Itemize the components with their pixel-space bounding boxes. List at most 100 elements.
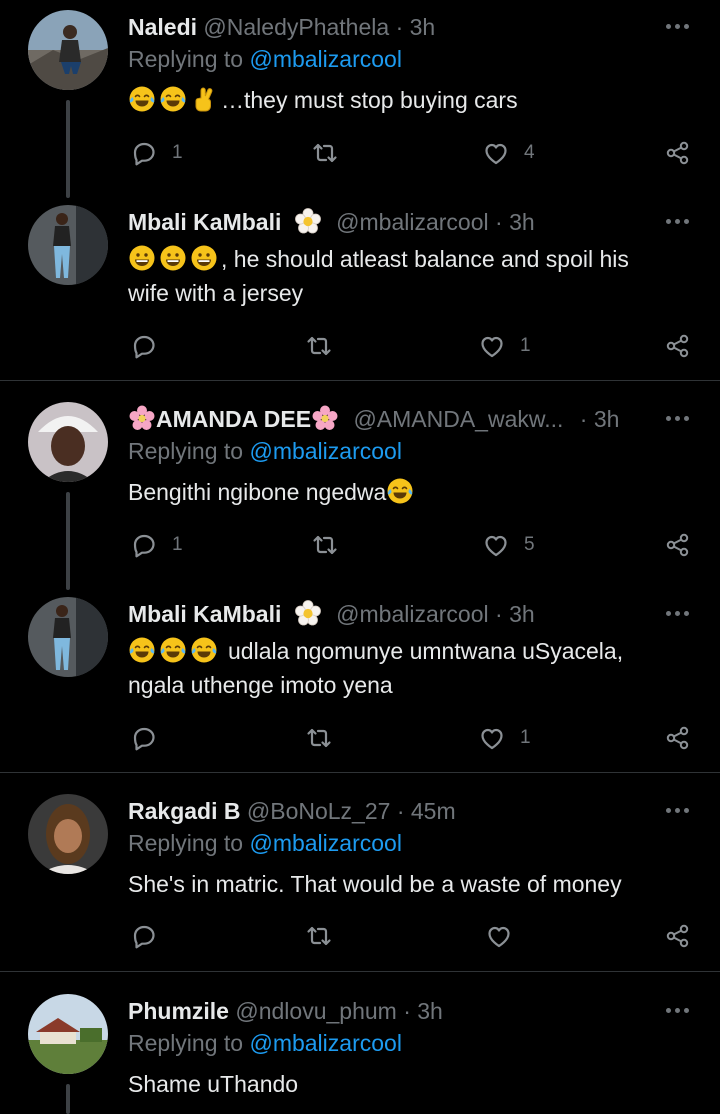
like-button[interactable]: 4 — [482, 138, 535, 168]
timestamp[interactable]: 3h — [410, 14, 436, 40]
display-name[interactable]: Naledi — [128, 14, 197, 40]
avatar[interactable] — [28, 402, 108, 482]
replying-to-label: Replying to — [128, 46, 244, 72]
like-button[interactable] — [485, 921, 513, 951]
replying-to: Replying to @mbalizarcool — [128, 46, 402, 73]
tweet-text: …they must stop buying cars — [128, 83, 688, 117]
display-name[interactable]: Mbali KaMbali — [128, 209, 281, 235]
more-options-icon[interactable] — [666, 219, 690, 225]
tears-of-joy-emoji-icon — [159, 636, 187, 664]
tweet-text: udlala ngomunye umntwana uSyacela, ngala… — [128, 634, 688, 702]
tweet-header: Mbali KaMbali @mbalizarcool · 3h — [128, 600, 535, 627]
replying-to-label: Replying to — [128, 1030, 244, 1056]
tears-of-joy-emoji-icon — [159, 85, 187, 113]
grinning-face-emoji-icon — [129, 245, 155, 271]
like-count: 4 — [524, 142, 535, 163]
retweet-button[interactable] — [305, 723, 333, 753]
like-count: 5 — [524, 534, 535, 555]
retweet-button[interactable] — [305, 331, 333, 361]
tweet-text-line2: ngala uthenge imoto yena — [128, 672, 393, 698]
tweet-actions: 1 5 — [0, 530, 720, 560]
reply-button[interactable] — [130, 723, 158, 753]
tweet-text-content: Shame uThando — [128, 1071, 299, 1097]
share-icon — [666, 141, 689, 165]
reply-button[interactable] — [130, 331, 158, 361]
retweet-icon — [313, 143, 337, 163]
reply-button[interactable]: 1 — [130, 530, 183, 560]
avatar[interactable] — [28, 597, 108, 677]
tweet-actions: 1 4 — [0, 138, 720, 168]
crossed-fingers-emoji-icon — [195, 87, 213, 112]
tweet-header: Rakgadi B @BoNoLz_27 · 45m — [128, 798, 456, 824]
share-button[interactable] — [664, 138, 692, 168]
display-name[interactable]: AMANDA DEE — [156, 406, 311, 432]
heart-icon — [485, 143, 507, 165]
share-icon — [666, 533, 689, 557]
user-handle[interactable]: @NaledyPhathela — [203, 14, 389, 40]
replying-to-handle[interactable]: @mbalizarcool — [249, 1030, 401, 1056]
timestamp[interactable]: 3h — [509, 209, 535, 235]
avatar[interactable] — [28, 10, 108, 90]
like-button[interactable]: 1 — [478, 331, 531, 361]
replying-to-handle[interactable]: @mbalizarcool — [249, 46, 401, 72]
tweet-header: Phumzile @ndlovu_phum · 3h — [128, 998, 443, 1024]
user-handle[interactable]: @mbalizarcool — [336, 209, 488, 235]
retweet-button[interactable] — [311, 530, 339, 560]
timestamp[interactable]: 3h — [417, 998, 443, 1024]
tweet-header: AMANDA DEE @AMANDA_wakw... · 3h — [128, 402, 619, 436]
like-count: 1 — [520, 727, 531, 748]
more-options-icon[interactable] — [666, 416, 690, 422]
more-options-icon[interactable] — [666, 1008, 690, 1014]
retweet-icon — [307, 728, 331, 748]
timestamp[interactable]: 45m — [411, 798, 456, 824]
tweet-header: Mbali KaMbali @mbalizarcool · 3h — [128, 208, 535, 235]
tweet-text-line2: wife with a jersey — [128, 280, 304, 306]
display-name[interactable]: Rakgadi B — [128, 798, 240, 824]
like-button[interactable]: 1 — [478, 723, 531, 753]
replying-to-label: Replying to — [128, 438, 244, 464]
divider — [0, 971, 720, 972]
avatar[interactable] — [28, 994, 108, 1074]
share-button[interactable] — [664, 921, 692, 951]
tweet-text: She's in matric. That would be a waste o… — [128, 867, 688, 901]
grinning-face-emoji-icon — [160, 245, 186, 271]
reply-count: 1 — [172, 142, 183, 163]
reply-button[interactable] — [130, 921, 158, 951]
more-options-icon[interactable] — [666, 611, 690, 617]
replying-to-handle[interactable]: @mbalizarcool — [249, 438, 401, 464]
retweet-button[interactable] — [311, 138, 339, 168]
user-handle[interactable]: @AMANDA_wakw... — [353, 406, 563, 432]
replying-to-handle[interactable]: @mbalizarcool — [249, 830, 401, 856]
flower-emoji-icon — [294, 208, 321, 234]
divider — [0, 772, 720, 773]
share-button[interactable] — [664, 723, 692, 753]
timestamp[interactable]: 3h — [509, 601, 535, 627]
tweet-header: Naledi @NaledyPhathela · 3h — [128, 14, 436, 40]
retweet-icon — [313, 535, 337, 555]
share-button[interactable] — [664, 530, 692, 560]
more-options-icon[interactable] — [666, 808, 690, 814]
user-handle[interactable]: @mbalizarcool — [336, 601, 488, 627]
tweet-text-content: She's in matric. That would be a waste o… — [128, 871, 622, 897]
avatar[interactable] — [28, 205, 108, 285]
reply-button[interactable]: 1 — [130, 138, 183, 168]
avatar[interactable] — [28, 794, 108, 874]
display-name[interactable]: Mbali KaMbali — [128, 601, 281, 627]
more-options-icon[interactable] — [666, 24, 690, 30]
heart-icon — [485, 535, 507, 557]
share-button[interactable] — [664, 331, 692, 361]
like-button[interactable]: 5 — [482, 530, 535, 560]
display-name[interactable]: Phumzile — [128, 998, 229, 1024]
tweet-actions: 1 — [0, 331, 720, 361]
heart-icon — [481, 728, 503, 750]
heart-icon — [481, 336, 503, 358]
reply-count: 1 — [172, 534, 183, 555]
user-handle[interactable]: @BoNoLz_27 — [247, 798, 391, 824]
retweet-button[interactable] — [305, 921, 333, 951]
share-icon — [666, 924, 689, 948]
timestamp[interactable]: 3h — [594, 406, 620, 432]
cherry-blossom-emoji-icon — [312, 405, 338, 430]
retweet-icon — [307, 336, 331, 356]
tears-of-joy-emoji-icon — [190, 636, 218, 664]
user-handle[interactable]: @ndlovu_phum — [235, 998, 396, 1024]
